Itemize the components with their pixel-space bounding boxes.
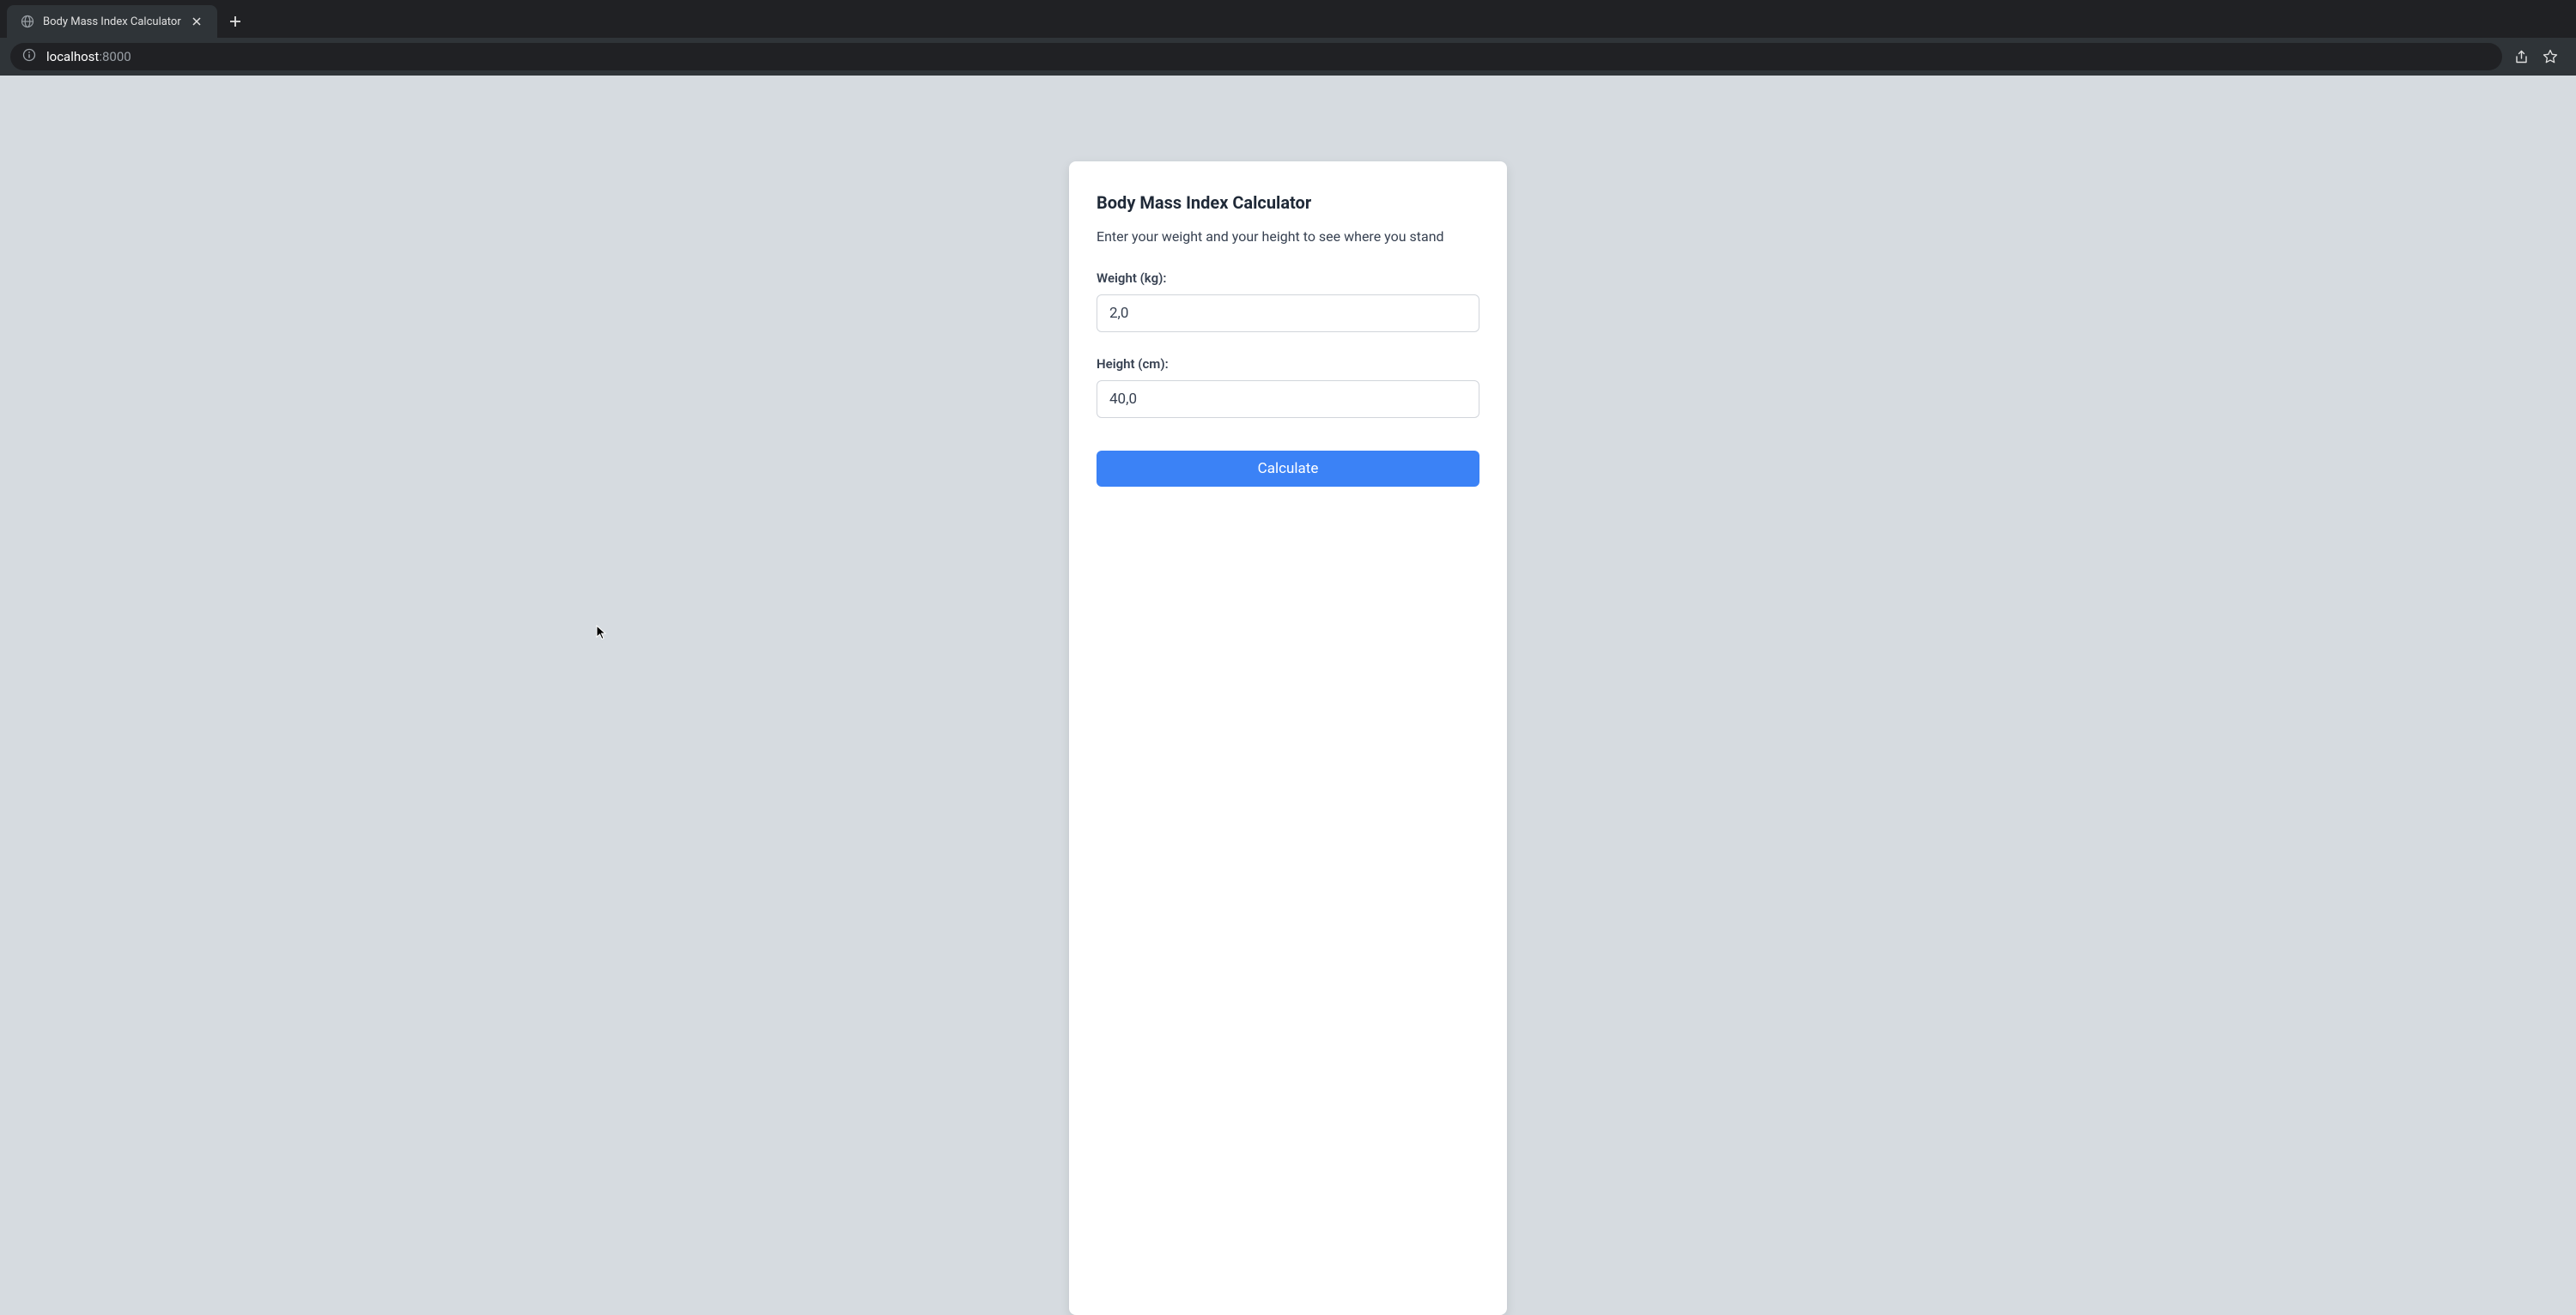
page-content: Body Mass Index Calculator Enter your we…: [0, 76, 2576, 1315]
weight-label: Weight (kg):: [1097, 270, 1479, 286]
address-bar[interactable]: localhost:8000: [10, 43, 2502, 70]
weight-input[interactable]: [1097, 294, 1479, 332]
browser-actions: [2512, 48, 2566, 65]
globe-icon: [21, 15, 34, 28]
bmi-card: Body Mass Index Calculator Enter your we…: [1069, 161, 1507, 1315]
new-tab-button[interactable]: [217, 5, 253, 38]
weight-group: Weight (kg):: [1097, 270, 1479, 332]
card-subtitle: Enter your weight and your height to see…: [1097, 228, 1479, 245]
card-title: Body Mass Index Calculator: [1097, 192, 1479, 213]
height-input[interactable]: [1097, 380, 1479, 418]
browser-tab[interactable]: Body Mass Index Calculator: [7, 5, 217, 38]
tab-title: Body Mass Index Calculator: [43, 15, 181, 28]
share-icon[interactable]: [2512, 48, 2530, 65]
height-group: Height (cm):: [1097, 356, 1479, 418]
url-text: localhost:8000: [46, 49, 131, 64]
address-bar-row: localhost:8000: [0, 38, 2576, 76]
height-label: Height (cm):: [1097, 356, 1479, 372]
info-icon[interactable]: [22, 48, 36, 65]
url-host: localhost: [46, 49, 99, 64]
calculate-button[interactable]: Calculate: [1097, 451, 1479, 487]
close-icon[interactable]: [190, 15, 204, 28]
url-port: :8000: [99, 49, 131, 64]
browser-chrome: Body Mass Index Calculator: [0, 0, 2576, 76]
star-icon[interactable]: [2542, 48, 2559, 65]
tab-bar: Body Mass Index Calculator: [0, 0, 2576, 38]
